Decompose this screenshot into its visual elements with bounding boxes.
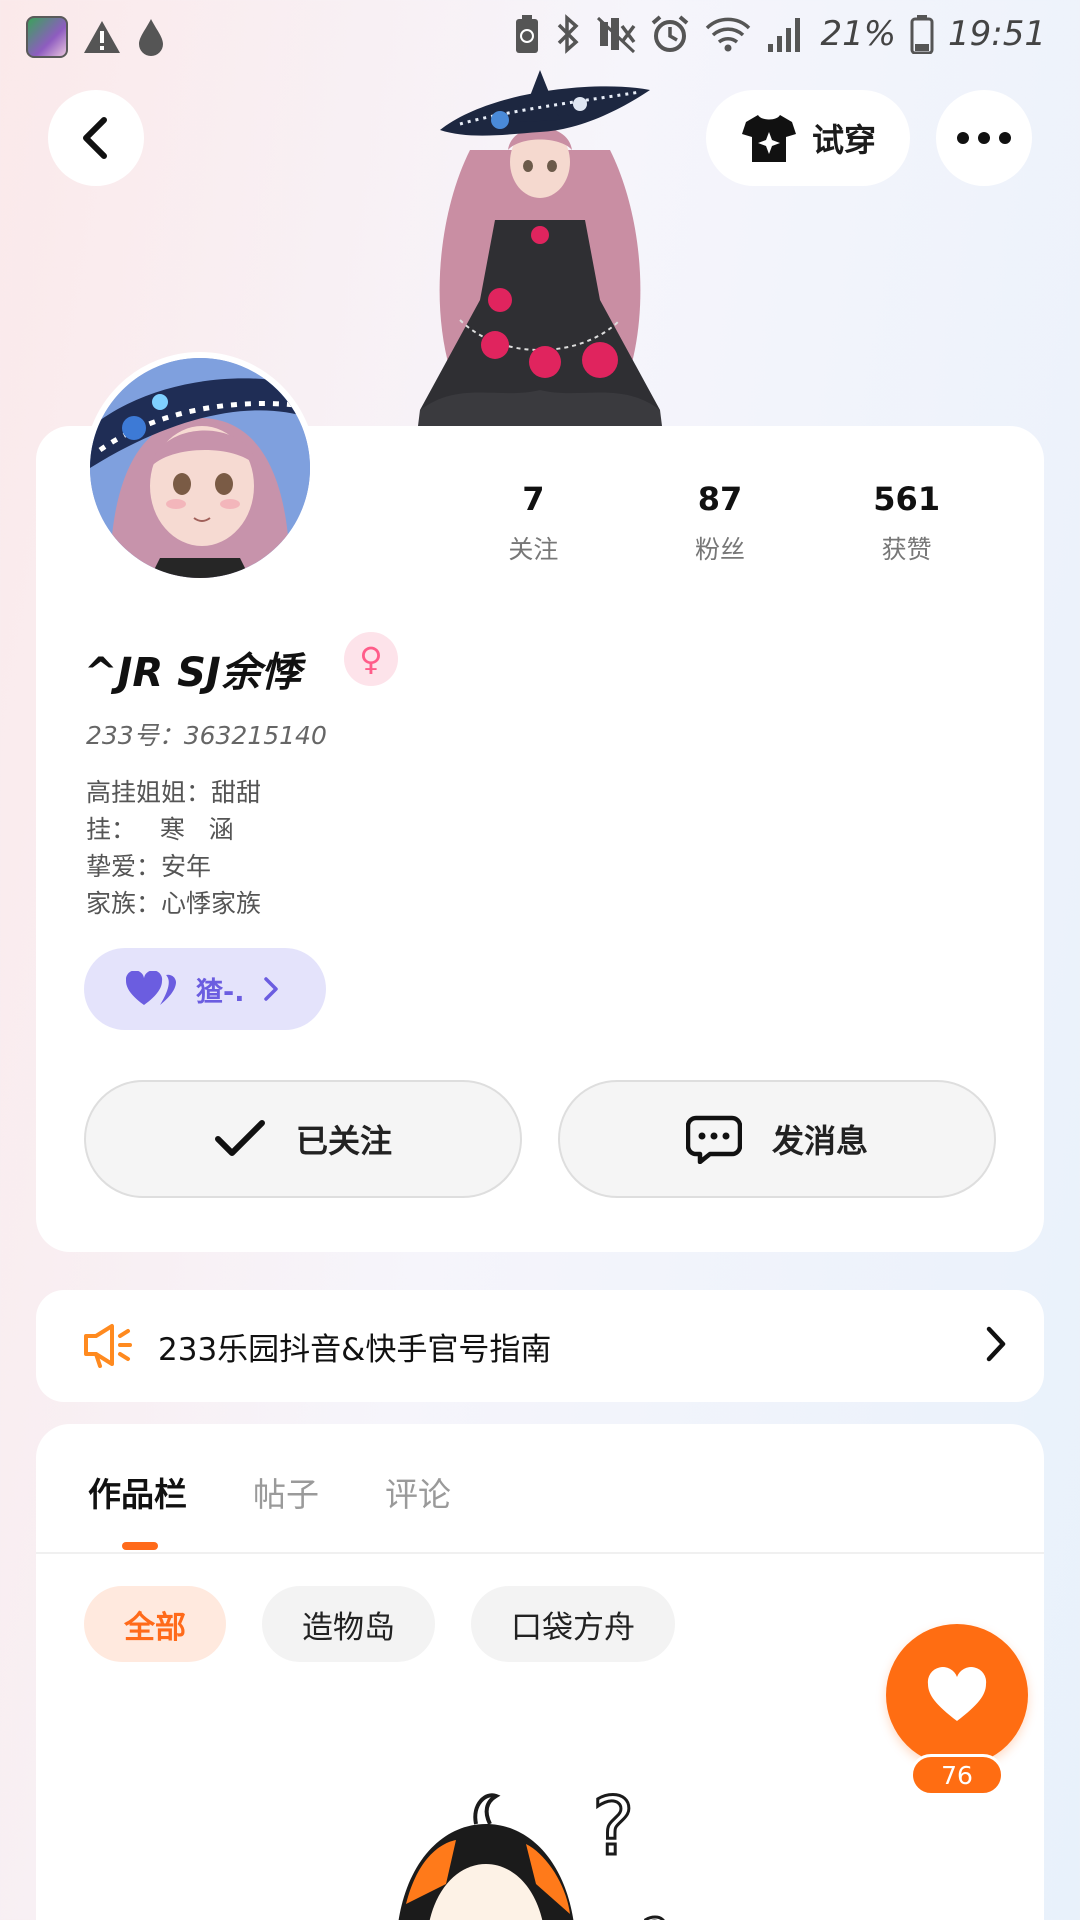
app-thumbnail-icon — [26, 16, 68, 58]
stat-likes[interactable]: 561 获赞 — [813, 480, 1000, 566]
mute-icon — [597, 16, 636, 54]
tag-chip-label: 猹-. — [196, 976, 245, 1008]
relationship-tag-chip[interactable]: 猹-. — [84, 948, 326, 1030]
heart-icon — [927, 1667, 987, 1721]
stat-value: 87 — [697, 480, 743, 518]
following-label: 已关注 — [295, 1122, 392, 1160]
profile-bio: 高挂姐姐：甜甜 挂： 寒 涵 挚爱：安年 家族：心悸家族 — [86, 774, 261, 922]
tab-works[interactable]: 作品栏 — [88, 1468, 187, 1516]
tabs-divider — [36, 1552, 1044, 1554]
tab-posts[interactable]: 帖子 — [253, 1468, 319, 1516]
send-message-label: 发消息 — [771, 1122, 868, 1160]
bio-line: 家族：心悸家族 — [86, 889, 262, 918]
character-avatar-image[interactable] — [400, 70, 680, 426]
bluetooth-icon — [558, 14, 579, 54]
try-on-button[interactable]: 试穿 — [706, 90, 910, 186]
try-on-label: 试穿 — [811, 121, 876, 159]
announcement-bar[interactable]: 233乐园抖音&快手官号指南 — [36, 1290, 1044, 1402]
empty-state-illustration: ? ? — [398, 1784, 670, 1920]
chevron-right-icon — [986, 1326, 1006, 1362]
profile-avatar[interactable] — [84, 352, 316, 584]
stat-fans[interactable]: 87 粉丝 — [627, 480, 814, 566]
filter-chip-creation-island[interactable]: 造物岛 — [262, 1586, 435, 1662]
bio-line: 高挂姐姐：甜甜 — [86, 778, 262, 807]
content-tabs: 作品栏 帖子 评论 — [88, 1468, 451, 1516]
filter-chip-pocket-ark[interactable]: 口袋方舟 — [471, 1586, 675, 1662]
stat-following[interactable]: 7 关注 — [440, 480, 627, 566]
double-heart-icon — [126, 971, 176, 1005]
alarm-icon — [652, 15, 689, 52]
user-id[interactable]: 233号：363215140 — [86, 716, 327, 752]
warning-icon — [84, 21, 120, 53]
signal-icon — [768, 18, 801, 52]
stat-label: 关注 — [508, 535, 559, 564]
clock: 19:51 — [948, 14, 1046, 54]
bio-line: 挚爱：安年 — [86, 852, 212, 881]
megaphone-icon — [84, 1324, 132, 1368]
stat-label: 粉丝 — [695, 535, 746, 564]
profile-stats: 7 关注 87 粉丝 561 获赞 — [440, 480, 1000, 566]
svg-text:?: ? — [592, 1784, 634, 1873]
bio-line: 挂： 寒 涵 — [86, 815, 234, 844]
following-button[interactable]: 已关注 — [84, 1080, 522, 1198]
battery-percent: 21% — [820, 14, 897, 54]
active-tab-indicator — [122, 1542, 158, 1550]
stat-value: 7 — [522, 480, 545, 518]
back-button[interactable] — [48, 90, 144, 186]
female-gender-icon: ♀ — [344, 632, 398, 686]
stat-label: 获赞 — [881, 535, 932, 564]
wifi-icon — [706, 17, 751, 52]
drop-icon — [139, 19, 163, 56]
more-button[interactable] — [936, 90, 1032, 186]
like-fab-button[interactable] — [886, 1624, 1028, 1766]
avatar-portrait-image — [90, 358, 310, 578]
like-count-badge: 76 — [910, 1754, 1004, 1796]
check-icon — [214, 1120, 265, 1156]
tab-comments[interactable]: 评论 — [385, 1468, 451, 1516]
stat-value: 561 — [873, 480, 941, 518]
send-message-button[interactable]: 发消息 — [558, 1080, 996, 1198]
chevron-right-icon — [264, 977, 279, 1001]
shirt-sparkle-icon — [741, 115, 796, 162]
status-bar: 21% 19:51 — [0, 0, 1080, 76]
filter-chip-all[interactable]: 全部 — [84, 1586, 226, 1662]
battery-saver-icon — [516, 15, 539, 53]
battery-icon — [910, 15, 934, 54]
username: ^JR SJ余悸 — [84, 650, 301, 696]
chat-bubble-icon — [685, 1115, 742, 1164]
more-dots-icon — [957, 132, 1011, 144]
svg-text:?: ? — [642, 1908, 669, 1920]
filter-chips: 全部 造物岛 口袋方舟 — [84, 1586, 675, 1662]
announcement-text: 233乐园抖音&快手官号指南 — [158, 1331, 552, 1368]
chevron-left-icon — [83, 117, 107, 159]
